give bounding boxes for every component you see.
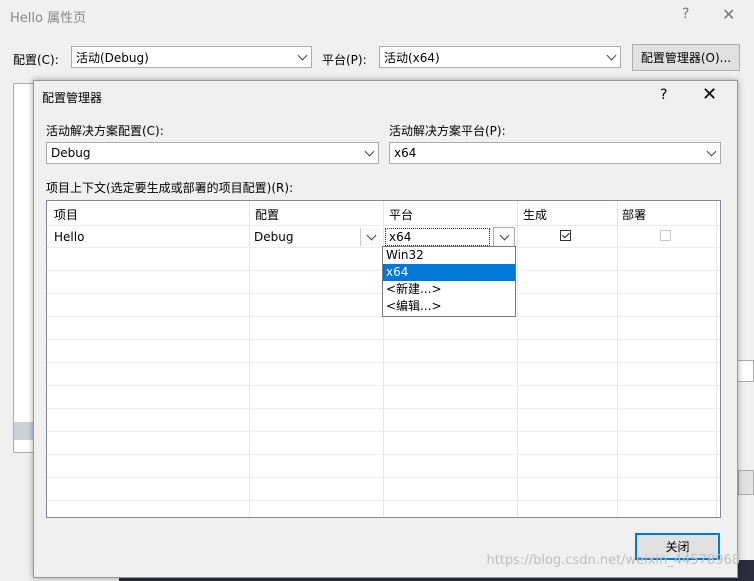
project-platform-value: x64	[385, 228, 490, 246]
chevron-down-icon[interactable]	[493, 227, 515, 247]
checkmark-icon	[562, 230, 570, 239]
solution-platform-select[interactable]: x64	[389, 142, 721, 164]
platform-option-edit[interactable]: <编辑...>	[383, 298, 515, 315]
platform-select-value: 活动(x64)	[384, 50, 440, 65]
project-contexts-label: 项目上下文(选定要生成或部署的项目配置)(R):	[46, 181, 294, 195]
platform-dropdown-list[interactable]: Win32 x64 <新建...> <编辑...>	[382, 246, 516, 317]
project-config-select[interactable]: Debug	[251, 227, 381, 247]
row-divider	[47, 431, 720, 432]
row-divider	[47, 408, 720, 409]
chevron-down-icon	[360, 146, 378, 157]
close-icon[interactable]: ✕	[722, 5, 735, 24]
platform-label: 平台(P):	[322, 53, 367, 67]
close-icon[interactable]: ✕	[702, 84, 717, 105]
column-divider	[517, 201, 518, 517]
solution-platform-label: 活动解决方案平台(P):	[389, 124, 506, 138]
watermark: https://blog.csdn.net/weixin_44578968	[486, 553, 740, 568]
configuration-manager-dialog: 配置管理器 ? ✕ 活动解决方案配置(C): Debug 活动解决方案平台(P)…	[33, 80, 738, 578]
config-label: 配置(C):	[13, 53, 59, 67]
header-configuration[interactable]: 配置	[255, 206, 279, 223]
window-title: Hello 属性页	[10, 11, 87, 26]
row-divider	[47, 362, 720, 363]
row-divider	[47, 477, 720, 478]
help-icon[interactable]: ?	[682, 6, 689, 22]
row-divider	[47, 225, 720, 226]
help-icon[interactable]: ?	[660, 87, 667, 103]
row-divider	[47, 454, 720, 455]
solution-platform-value: x64	[394, 146, 417, 160]
deploy-checkbox	[660, 230, 671, 241]
column-divider	[617, 201, 618, 517]
solution-config-label: 活动解决方案配置(C):	[46, 124, 164, 138]
solution-config-value: Debug	[51, 146, 91, 160]
row-divider	[47, 500, 720, 501]
side-checkbox	[736, 360, 754, 382]
chevron-down-icon	[702, 146, 720, 157]
platform-select[interactable]: 活动(x64)	[379, 46, 621, 68]
chevron-down-icon	[293, 50, 311, 61]
tree-panel	[13, 83, 35, 453]
column-divider	[716, 201, 717, 517]
config-select[interactable]: 活动(Debug)	[71, 46, 312, 68]
project-platform-select[interactable]: x64	[385, 227, 515, 247]
platform-option-win32[interactable]: Win32	[383, 247, 515, 264]
config-select-value: 活动(Debug)	[76, 50, 149, 65]
config-manager-button[interactable]: 配置管理器(O)...	[632, 44, 740, 71]
dialog-title: 配置管理器	[42, 91, 103, 105]
project-name-cell[interactable]: Hello	[54, 230, 84, 244]
side-button	[738, 470, 754, 495]
chevron-down-icon	[602, 50, 620, 61]
solution-config-select[interactable]: Debug	[46, 142, 379, 164]
chevron-down-icon[interactable]	[360, 228, 381, 246]
header-platform[interactable]: 平台	[389, 206, 413, 223]
row-divider	[47, 385, 720, 386]
build-checkbox[interactable]	[560, 230, 571, 241]
column-divider	[249, 201, 250, 517]
tree-selection	[14, 422, 34, 440]
header-project[interactable]: 项目	[54, 206, 78, 223]
header-build[interactable]: 生成	[523, 206, 547, 223]
project-config-value: Debug	[254, 230, 294, 244]
row-divider	[47, 339, 720, 340]
header-deploy[interactable]: 部署	[622, 206, 646, 223]
platform-option-x64[interactable]: x64	[383, 264, 515, 281]
platform-option-new[interactable]: <新建...>	[383, 281, 515, 298]
